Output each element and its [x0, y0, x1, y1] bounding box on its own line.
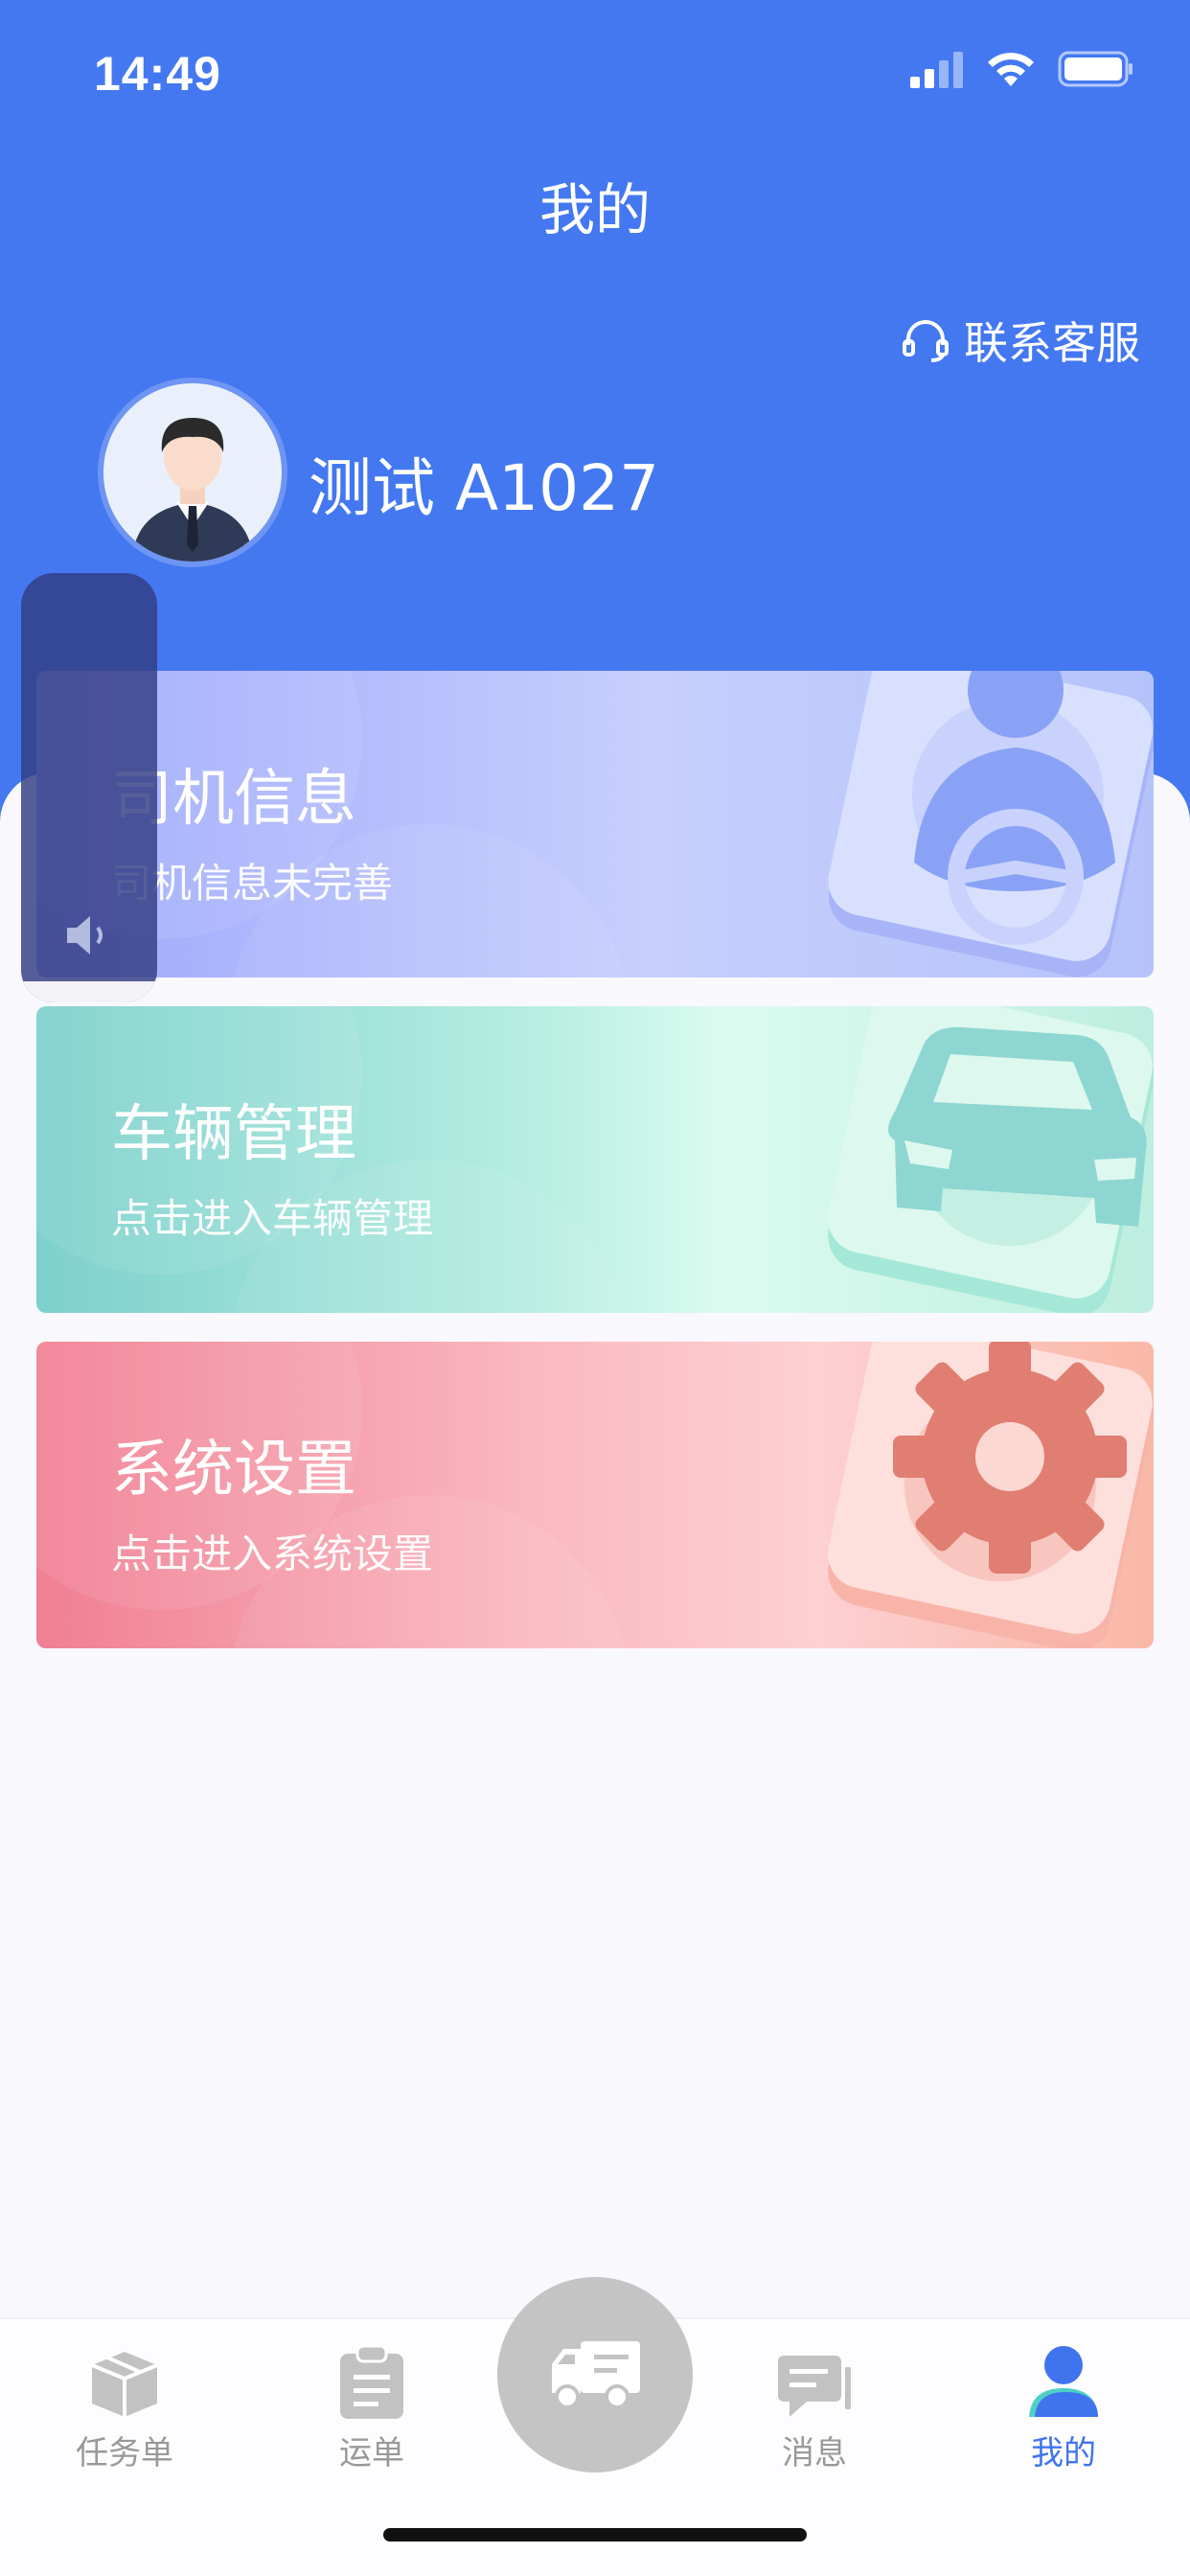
- signal-icon: [910, 52, 963, 88]
- card-subtitle: 点击进入车辆管理: [111, 1195, 434, 1242]
- tab-task-list[interactable]: 任务单: [48, 2342, 201, 2473]
- card-title: 系统设置: [111, 1435, 356, 1506]
- volume-level: [21, 980, 157, 1002]
- my-profile-screen: 14:49 我的 联系客服 测试 A1027 司机信息 司机信息未完善 车辆管理…: [0, 0, 1190, 2576]
- status-time: 14:49: [94, 47, 221, 101]
- system-settings-card[interactable]: 系统设置 点击进入系统设置: [36, 1342, 1154, 1648]
- tab-messages[interactable]: 消息: [738, 2342, 891, 2473]
- chat-icon: [778, 2356, 851, 2417]
- tab-waybill[interactable]: 运单: [295, 2342, 448, 2473]
- username: 测试 A1027: [309, 451, 660, 525]
- vehicle-management-card[interactable]: 车辆管理 点击进入车辆管理: [36, 1006, 1154, 1313]
- tab-mine[interactable]: 我的: [987, 2342, 1140, 2473]
- page-title: 我的: [538, 177, 651, 242]
- person-avatar-icon: [103, 383, 282, 562]
- tab-label: 任务单: [76, 2434, 173, 2472]
- contact-service-label: 联系客服: [964, 317, 1140, 369]
- home-indicator: [383, 2528, 807, 2542]
- driver-icon: [828, 671, 1154, 978]
- clipboard-icon: [340, 2344, 403, 2419]
- avatar[interactable]: [98, 378, 287, 567]
- battery-icon: [1058, 51, 1133, 87]
- driver-info-card[interactable]: 司机信息 司机信息未完善: [36, 671, 1154, 978]
- speaker-icon: [67, 916, 103, 954]
- wifi-icon: [988, 53, 1034, 86]
- box-icon: [91, 2352, 158, 2417]
- tab-center-truck-button[interactable]: [497, 2277, 693, 2472]
- card-subtitle: 点击进入系统设置: [111, 1530, 434, 1577]
- contact-service-button[interactable]: 联系客服: [901, 309, 1140, 372]
- person-icon: [1029, 2346, 1098, 2417]
- status-icons: [910, 50, 1134, 88]
- car-icon: [828, 1006, 1154, 1313]
- tab-label: 我的: [1031, 2434, 1096, 2472]
- volume-hud: [21, 573, 157, 1002]
- truck-icon: [552, 2341, 640, 2409]
- tab-label: 消息: [782, 2434, 847, 2472]
- card-title: 车辆管理: [111, 1099, 356, 1170]
- tab-label: 运单: [339, 2434, 404, 2472]
- headset-icon: [903, 320, 949, 362]
- gear-icon: [828, 1342, 1154, 1648]
